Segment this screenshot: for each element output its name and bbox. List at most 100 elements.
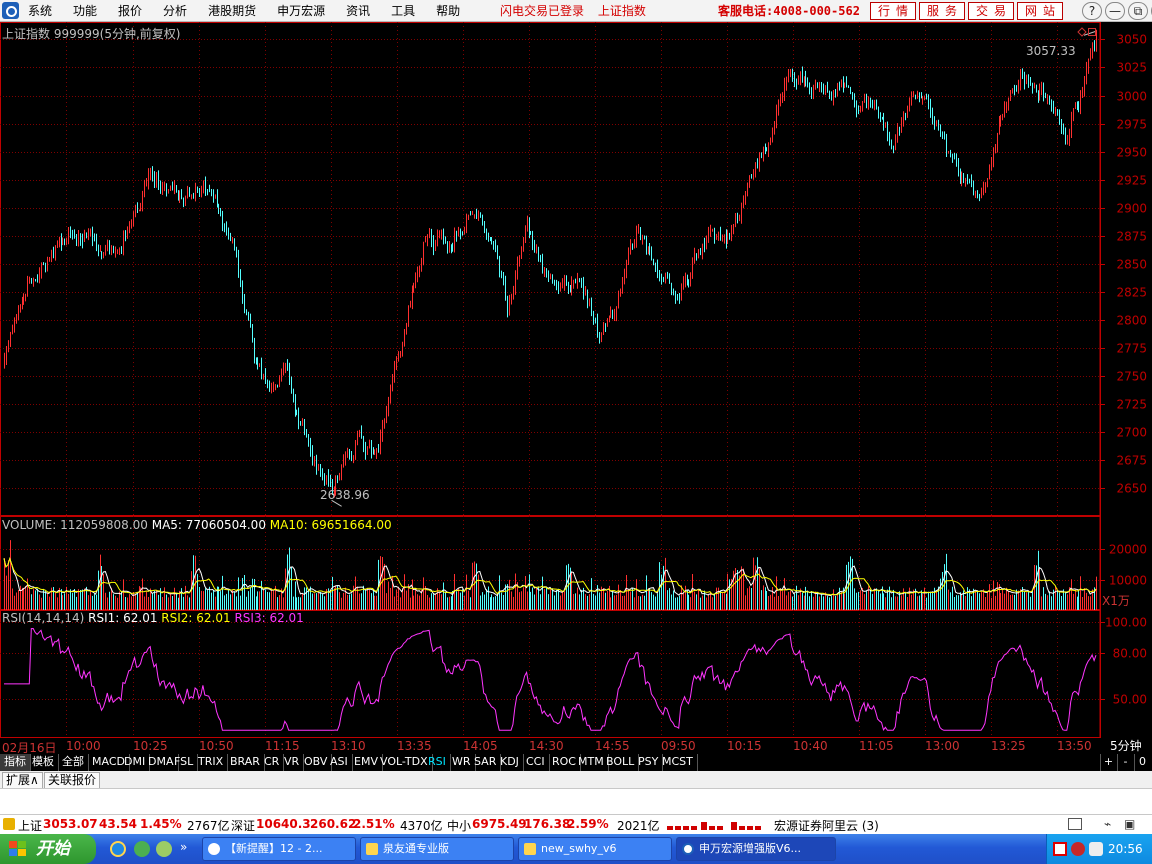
notice-index[interactable]: 上证指数 <box>598 4 646 18</box>
website-button[interactable]: 网站 <box>1017 2 1063 20</box>
swhy-app-icon <box>682 843 694 855</box>
menu-system[interactable]: 系统 <box>22 0 58 22</box>
price-low-label: 2638.96 <box>320 488 370 502</box>
volume-unit: X1万 <box>1102 592 1130 609</box>
indicator-tab[interactable]: 模板 <box>28 754 59 771</box>
time-label: 13:10 <box>331 739 366 753</box>
task-forum[interactable]: 【新提醒】12 - 2... <box>202 837 356 861</box>
menu-quote[interactable]: 报价 <box>112 0 148 22</box>
rsi1-value: RSI1: 62.01 <box>88 611 158 625</box>
chart-svg[interactable]: 2650 2675 2700 2725 2750 2775 2800 2825 2850 2875… <box>0 22 1152 738</box>
broker-server[interactable]: 宏源证券阿里云 (3) <box>774 817 879 834</box>
price-panel-title: 上证指数 999999(5分钟,前复权) <box>2 25 180 42</box>
folder-icon <box>366 843 378 855</box>
menu-swhy[interactable]: 申万宏源 <box>271 0 331 22</box>
period-selector[interactable]: 5分钟 <box>1104 738 1152 754</box>
indicator-tab[interactable]: TRIX <box>194 754 229 771</box>
rsi-tick-label: 100.00 <box>1105 616 1147 630</box>
more-quick-icon[interactable]: » <box>180 840 187 854</box>
lock-icon[interactable]: ▣ <box>1124 817 1135 831</box>
sh-amount: 2767亿 <box>187 819 230 833</box>
time-label: 14:05 <box>463 739 498 753</box>
indicator-tabs: 指标 模板 全部 MACD DMI DMA FSL TRIX BRAR CR VR OBV ASI EMV… <box>0 754 1152 771</box>
indicator-tab[interactable]: RSI <box>424 754 451 771</box>
task-new-swhy[interactable]: new_swhy_v6 <box>518 837 672 861</box>
trade-button[interactable]: 交易 <box>968 2 1014 20</box>
volume-panel-title: VOLUME: 112059808.00 MA5: 77060504.00 MA… <box>2 518 392 532</box>
market-button[interactable]: 行情 <box>870 2 916 20</box>
indicator-tab[interactable]: 全部 <box>58 754 89 771</box>
index-name: 上证指数 <box>2 27 51 41</box>
minimize-icon[interactable]: — <box>1105 2 1125 20</box>
time-label: 14:55 <box>595 739 630 753</box>
time-label: 10:50 <box>199 739 234 753</box>
alert-icon[interactable] <box>3 818 15 830</box>
indicator-tab[interactable]: MCST <box>658 754 698 771</box>
task-label: 申万宏源增强版V6... <box>699 842 802 855</box>
zx-value: 6975.49 <box>472 817 527 831</box>
menu-hk-futures[interactable]: 港股期货 <box>202 0 262 22</box>
menu-tools[interactable]: 工具 <box>385 0 421 22</box>
windows-flag-icon <box>9 841 27 857</box>
screen-icon[interactable] <box>1068 818 1082 830</box>
volume-tick-label: 20000 <box>1109 543 1147 557</box>
security-icon[interactable] <box>1071 842 1085 856</box>
kline-chart-area[interactable]: 2650 2675 2700 2725 2750 2775 2800 2825 2850 2875… <box>0 22 1152 738</box>
menu-function[interactable]: 功能 <box>67 0 103 22</box>
price-high-label: 3057.33 <box>1026 44 1076 58</box>
related-quote-tab[interactable]: 关联报价 <box>44 772 101 788</box>
status-bar: 上证 3053.07 43.54 1.45% 2767亿 深证 10640.3 … <box>0 814 1152 834</box>
time-label: 14:30 <box>529 739 564 753</box>
price-tick-label: 2650 <box>1116 482 1147 496</box>
tab-control-button[interactable]: 0 <box>1134 754 1150 771</box>
refresh-icon[interactable] <box>134 841 150 857</box>
ie-icon[interactable] <box>110 841 126 857</box>
window-controls: ? — ⧉ ✕ <box>1082 2 1152 20</box>
notice-area: 闪电交易已登录 上证指数 <box>500 0 656 22</box>
zx-name: 中小 <box>447 819 472 833</box>
menu-list: 系统 功能 报价 分析 港股期货 申万宏源 资讯 工具 帮助 <box>22 0 475 22</box>
rsi-line <box>4 627 1097 732</box>
rsi-params: RSI(14,14,14) <box>2 611 85 625</box>
task-label: 【新提醒】12 - 2... <box>225 842 323 855</box>
notice-login[interactable]: 闪电交易已登录 <box>500 4 584 18</box>
browser-icon[interactable] <box>156 841 172 857</box>
time-label: 10:15 <box>727 739 762 753</box>
signal-icon[interactable]: ⌁ <box>1104 817 1111 831</box>
volume-value: VOLUME: 112059808.00 <box>2 518 148 532</box>
menu-analysis[interactable]: 分析 <box>157 0 193 22</box>
rsi2-value: RSI2: 62.01 <box>161 611 231 625</box>
service-button[interactable]: 服务 <box>919 2 965 20</box>
rsi-tick-label: 50.00 <box>1113 693 1147 707</box>
input-method-icon[interactable] <box>1053 842 1067 856</box>
time-label: 11:15 <box>265 739 300 753</box>
volume-tick-label: 10000 <box>1109 574 1147 588</box>
start-button[interactable]: 开始 <box>0 834 96 864</box>
task-swhy-enhanced[interactable]: 申万宏源增强版V6... <box>676 837 836 861</box>
forum-icon <box>208 843 220 855</box>
time-label: 11:05 <box>859 739 894 753</box>
expand-tab[interactable]: 扩展∧ <box>2 772 43 788</box>
indicator-tab[interactable]: KDJ <box>496 754 524 771</box>
price-tick-label: 3050 <box>1116 33 1147 47</box>
tab-control-button[interactable]: + <box>1100 754 1116 771</box>
shield-icon[interactable] <box>1089 842 1103 856</box>
task-quanyoutong[interactable]: 泉友通专业版 <box>360 837 514 861</box>
indicator-tab[interactable]: CCI <box>522 754 550 771</box>
time-label: 09:50 <box>661 739 696 753</box>
sub-tabs: 扩展∧ 关联报价 <box>0 771 1152 789</box>
restore-icon[interactable]: ⧉ <box>1128 2 1148 20</box>
time-label: 10:25 <box>133 739 168 753</box>
volume-series <box>3 540 1097 610</box>
menu-help[interactable]: 帮助 <box>430 0 466 22</box>
help-icon[interactable]: ? <box>1082 2 1102 20</box>
app-logo-icon[interactable] <box>2 2 19 19</box>
menu-news[interactable]: 资讯 <box>340 0 376 22</box>
tab-control-button[interactable]: - <box>1117 754 1133 771</box>
zx-pct: 2.59% <box>567 817 609 831</box>
indicator-tab[interactable]: ASI <box>326 754 353 771</box>
time-label: 13:50 <box>1057 739 1092 753</box>
indicator-tab[interactable]: 指标 <box>0 754 31 771</box>
chart-grid <box>0 22 1101 738</box>
price-tick-label: 2900 <box>1116 202 1147 216</box>
